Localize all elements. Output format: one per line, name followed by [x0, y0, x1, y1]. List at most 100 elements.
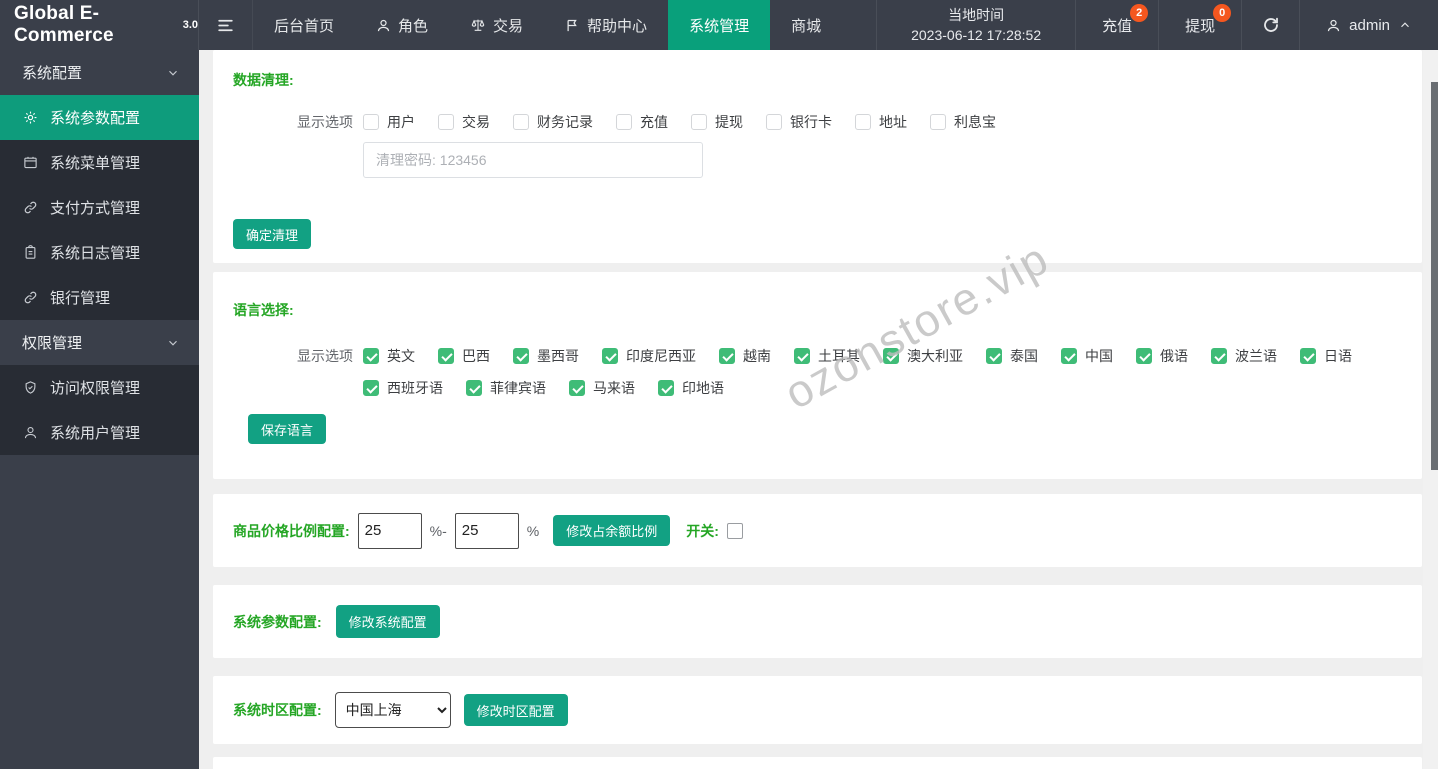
nav-item-transactions[interactable]: 交易 — [449, 0, 544, 50]
checkbox-item[interactable]: 用户 — [363, 112, 415, 132]
checkbox-item[interactable]: 地址 — [855, 112, 907, 132]
nav-item-help-center[interactable]: 帮助中心 — [544, 0, 668, 50]
card-title: 系统参数配置: — [233, 613, 322, 630]
scrollbar-thumb[interactable] — [1431, 82, 1438, 470]
recharge-badge: 2 — [1130, 4, 1149, 22]
chevron-down-icon — [164, 66, 181, 80]
checkbox-checked[interactable] — [513, 348, 529, 364]
checkbox-checked[interactable] — [1300, 348, 1316, 364]
checkbox-item[interactable]: 越南 — [719, 346, 771, 366]
percent-dash-label: %- — [429, 522, 447, 539]
switch-checkbox[interactable] — [726, 522, 743, 539]
checkbox-checked[interactable] — [438, 348, 454, 364]
refresh-button[interactable] — [1242, 0, 1301, 50]
checkbox-item[interactable]: 印度尼西亚 — [602, 346, 696, 366]
withdraw-button[interactable]: 提现 0 — [1159, 0, 1243, 50]
checkbox-unchecked[interactable] — [616, 114, 632, 130]
checkbox-checked[interactable] — [569, 380, 585, 396]
checkbox-checked[interactable] — [719, 348, 735, 364]
checkbox-item[interactable]: 日语 — [1300, 346, 1352, 366]
sidebar-item-system-params[interactable]: 系统参数配置 — [0, 95, 199, 140]
user-menu[interactable]: admin — [1300, 0, 1438, 50]
checkbox-checked[interactable] — [658, 380, 674, 396]
checkbox-item[interactable]: 波兰语 — [1211, 346, 1277, 366]
nav-item-dashboard[interactable]: 后台首页 — [253, 0, 355, 50]
checkbox-unchecked[interactable] — [691, 114, 707, 130]
sidebar-item-bank-management[interactable]: 银行管理 — [0, 275, 199, 320]
percent-label: % — [526, 522, 540, 539]
top-navbar: Global E-Commerce 3.0 后台首页 角色 交易 帮助中心 系统… — [0, 0, 1438, 50]
checkbox-item[interactable]: 银行卡 — [766, 112, 832, 132]
checkbox-item[interactable]: 俄语 — [1136, 346, 1188, 366]
checkbox-checked[interactable] — [883, 348, 899, 364]
sidebar-group-system-config[interactable]: 系统配置 — [0, 50, 199, 95]
checkbox-checked[interactable] — [602, 348, 618, 364]
checkbox-unchecked[interactable] — [363, 114, 379, 130]
checkbox-item[interactable]: 充值 — [616, 112, 668, 132]
sidebar-toggle-button[interactable] — [199, 0, 253, 50]
checkbox-unchecked[interactable] — [513, 114, 529, 130]
sidebar-item-system-logs[interactable]: 系统日志管理 — [0, 230, 199, 275]
sidebar-item-payment-methods[interactable]: 支付方式管理 — [0, 185, 199, 230]
checkbox-checked[interactable] — [363, 348, 379, 364]
checkbox-item[interactable]: 马来语 — [569, 378, 635, 398]
checkbox-item[interactable]: 印地语 — [658, 378, 724, 398]
checkbox-checked[interactable] — [466, 380, 482, 396]
sidebar-item-system-menu[interactable]: 系统菜单管理 — [0, 140, 199, 185]
language-checkbox-row2: 西班牙语 菲律宾语 马来语 印地语 — [363, 378, 1402, 398]
checkbox-unchecked[interactable] — [766, 114, 782, 130]
price-ratio-max-input[interactable] — [454, 512, 519, 549]
sidebar-item-access-permissions[interactable]: 访问权限管理 — [0, 365, 199, 410]
checkbox-item[interactable]: 土耳其 — [794, 346, 860, 366]
shield-check-icon — [22, 380, 39, 395]
checkbox-checked[interactable] — [1061, 348, 1077, 364]
clean-password-input[interactable] — [363, 142, 703, 178]
card-timezone: 系统时区配置: 中国上海 修改时区配置 — [213, 676, 1422, 744]
calendar-icon — [22, 155, 39, 170]
checkbox-unchecked[interactable] — [855, 114, 871, 130]
local-time-value: 2023-06-12 17:28:52 — [911, 27, 1042, 43]
card-title: 商品价格比例配置: — [233, 522, 350, 539]
confirm-clean-button[interactable]: 确定清理 — [233, 219, 312, 249]
timezone-select[interactable]: 中国上海 — [334, 692, 451, 728]
checkbox-unchecked[interactable] — [930, 114, 946, 130]
checkbox-unchecked[interactable] — [438, 114, 454, 130]
checkbox-item[interactable]: 提现 — [691, 112, 743, 132]
hamburger-icon — [216, 16, 235, 35]
checkbox-checked[interactable] — [986, 348, 1002, 364]
local-time-label: 当地时间 — [948, 7, 1005, 23]
nav-item-mall[interactable]: 商城 — [770, 0, 842, 50]
checkbox-item[interactable]: 澳大利亚 — [883, 346, 963, 366]
recharge-button[interactable]: 充值 2 — [1076, 0, 1160, 50]
price-ratio-min-input[interactable] — [357, 512, 422, 549]
checkbox-checked[interactable] — [363, 380, 379, 396]
checkbox-checked[interactable] — [1211, 348, 1227, 364]
nav-item-system-management[interactable]: 系统管理 — [668, 0, 771, 50]
sidebar-group-permissions[interactable]: 权限管理 — [0, 320, 199, 365]
checkbox-item[interactable]: 墨西哥 — [513, 346, 579, 366]
checkbox-item[interactable]: 利息宝 — [930, 112, 996, 132]
checkbox-checked[interactable] — [1136, 348, 1152, 364]
checkbox-item[interactable]: 西班牙语 — [363, 378, 443, 398]
language-checkbox-row1: 英文 巴西 墨西哥 印度尼西亚 越南 土耳其 澳大利亚 泰国 中国 俄语 波兰语… — [363, 346, 1352, 366]
checkbox-item[interactable]: 菲律宾语 — [466, 378, 546, 398]
checkbox-item[interactable]: 交易 — [438, 112, 490, 132]
withdraw-badge: 0 — [1213, 4, 1232, 22]
save-language-button[interactable]: 保存语言 — [248, 414, 327, 444]
checkbox-checked[interactable] — [794, 348, 810, 364]
checkbox-item[interactable]: 财务记录 — [513, 112, 593, 132]
card-title: 系统时区配置: — [233, 702, 322, 718]
modify-balance-ratio-button[interactable]: 修改占余额比例 — [553, 515, 671, 546]
scrollbar-track[interactable] — [1423, 50, 1438, 769]
sidebar-item-system-users[interactable]: 系统用户管理 — [0, 410, 199, 455]
modify-timezone-button[interactable]: 修改时区配置 — [463, 694, 568, 726]
checkbox-item[interactable]: 巴西 — [438, 346, 490, 366]
app-version: 3.0 — [182, 19, 198, 31]
nav-item-roles[interactable]: 角色 — [355, 0, 449, 50]
checkbox-item[interactable]: 中国 — [1061, 346, 1113, 366]
data-clean-checkbox-list: 用户 交易 财务记录 充值 提现 银行卡 地址 利息宝 — [363, 112, 996, 132]
scales-icon — [470, 17, 486, 33]
modify-system-config-button[interactable]: 修改系统配置 — [335, 605, 440, 638]
checkbox-item[interactable]: 泰国 — [986, 346, 1038, 366]
checkbox-item[interactable]: 英文 — [363, 346, 415, 366]
